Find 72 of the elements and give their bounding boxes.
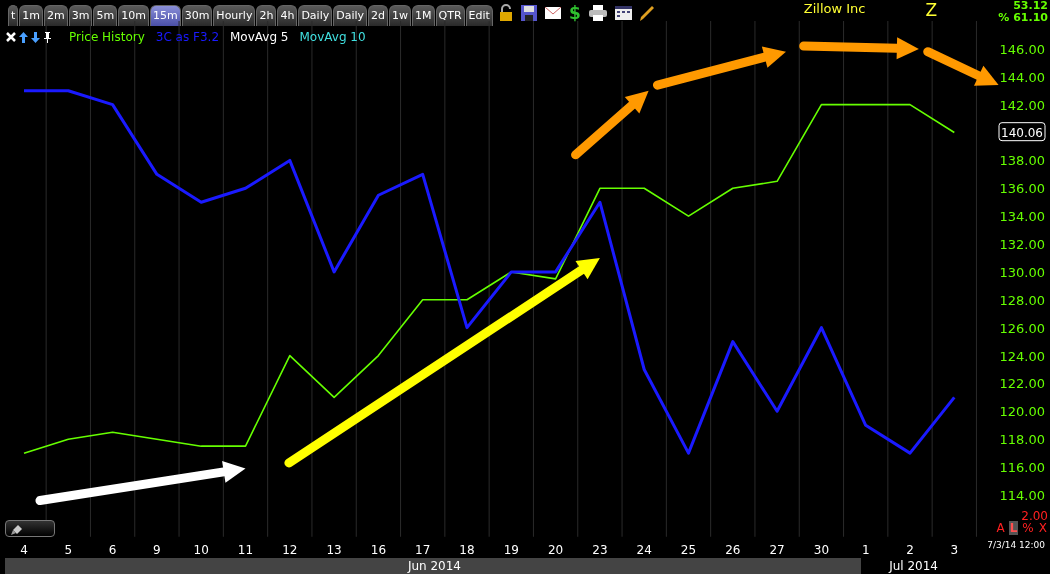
axis-label: 122.00 [999,376,1045,392]
timestamp: 7/3/14 12:00 [987,540,1045,550]
timeframe-tab[interactable]: 30m [181,5,213,26]
axis-label: 130.00 [999,264,1045,280]
timeframe-tab[interactable]: 1w [389,5,412,26]
axis-label: 116.00 [999,460,1045,476]
scale-toggle[interactable]: % [1021,521,1035,535]
axis-label: 20 [547,543,564,557]
price-badge: 140.06 [998,122,1046,142]
percent-value: % 61.10 [998,12,1048,24]
axis-label: 2 [906,543,914,557]
ticker-symbol: Z [925,0,938,20]
axis-label: 3 [950,543,959,557]
company-name: Zillow Inc [803,1,866,16]
scale-toggle[interactable]: X [1037,521,1048,535]
legend-item[interactable]: MovAvg 10 [299,30,366,44]
dollar-icon[interactable]: $ [568,4,581,22]
timeframe-tab[interactable]: t [8,5,19,26]
axis-label: 26 [725,543,741,557]
axis-label: 120.00 [999,404,1045,420]
axis-label: 124.00 [999,348,1045,364]
axis-label: 9 [153,543,161,557]
axis-label: 6 [108,543,117,557]
timeframe-tab[interactable]: 1M [412,5,435,26]
timeframe-tab[interactable]: 2m [44,5,68,26]
axis-label: 5 [64,543,73,557]
stat-value: 53.12 [1013,0,1048,12]
axis-label: 128.00 [999,292,1045,308]
axis-label: 134.00 [999,209,1045,225]
axis-label: 19 [503,543,519,557]
scale-toggle[interactable]: A [995,521,1006,535]
timeframe-tab[interactable]: 4h [277,5,298,26]
axis-label: 146.00 [999,41,1045,57]
axis-label: 12 [282,543,298,557]
scale-value: 2.00 [1021,509,1048,523]
axis-label: 136.00 [999,181,1045,197]
axis-label: 11 [237,543,254,557]
timeframe-tab[interactable]: Edit [465,5,493,26]
axis-label: 30 [813,543,830,557]
timeframe-tab[interactable]: Daily [333,5,368,26]
axis-label: 16 [370,543,387,557]
axis-label: 25 [680,543,697,557]
timeframe-tab[interactable]: Hourly [213,5,256,26]
axis-label: 114.00 [999,487,1045,503]
axis-label: 142.00 [999,97,1045,113]
axis-label: 27 [769,543,785,557]
axis-label: 10 [193,543,209,557]
axis-label: 13 [326,543,342,557]
timeframe-tab[interactable]: QTR [435,5,465,26]
axis-label: 132.00 [999,237,1045,253]
timeframe-tab[interactable]: 5m [93,5,118,26]
legend-item[interactable]: Price History [69,30,145,44]
axis-label: 126.00 [999,320,1045,336]
axis-label: 4 [20,543,28,557]
axis-label: 23 [592,543,608,557]
axis-label: 24 [636,543,652,557]
axis-label: 118.00 [999,432,1045,448]
timeframe-tab[interactable]: 3m [68,5,93,26]
month-label: Jul 2014 [887,558,939,574]
axis-label: 18 [459,543,475,557]
axis-label: 17 [415,543,431,557]
axis-label: 138.00 [999,153,1045,169]
axis-label: 144.00 [999,69,1045,85]
timeframe-tab[interactable]: 10m [118,5,149,26]
axis-label: 1 [861,543,870,557]
timeframe-tab[interactable]: 2h [256,5,277,26]
legend-item[interactable]: MovAvg 5 [230,30,289,44]
timeframe-tab[interactable]: 1m [19,5,44,26]
timeframe-tab[interactable]: Daily [298,5,333,26]
month-label: Jun 2014 [5,558,861,574]
timeframe-tab[interactable]: 2d [368,5,389,26]
timeframe-tab[interactable]: 15m [149,5,181,26]
